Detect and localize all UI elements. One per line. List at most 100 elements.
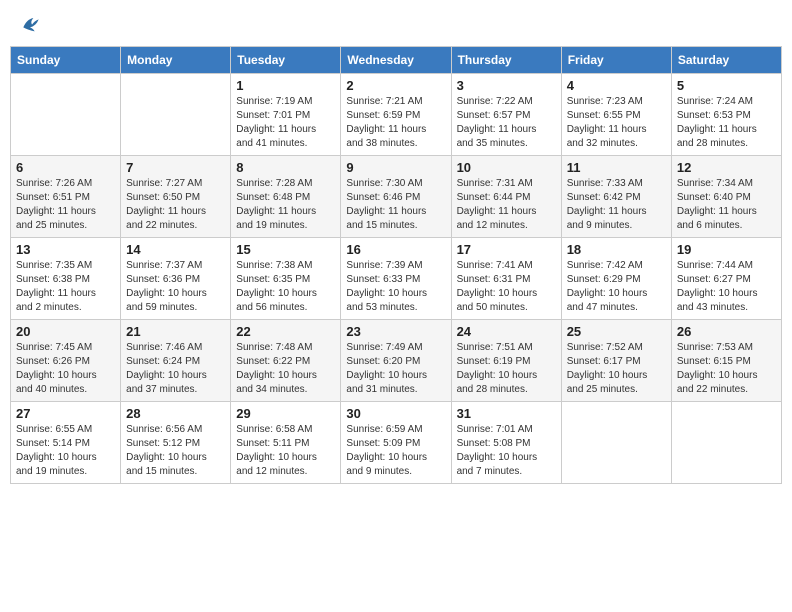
- calendar-cell: 12 Sunrise: 7:34 AM Sunset: 6:40 PM Dayli…: [671, 156, 781, 238]
- calendar-cell: 17 Sunrise: 7:41 AM Sunset: 6:31 PM Dayli…: [451, 238, 561, 320]
- calendar-cell: 19 Sunrise: 7:44 AM Sunset: 6:27 PM Dayli…: [671, 238, 781, 320]
- day-number: 15: [236, 242, 335, 257]
- calendar-cell: 18 Sunrise: 7:42 AM Sunset: 6:29 PM Dayli…: [561, 238, 671, 320]
- calendar-header-sunday: Sunday: [11, 47, 121, 74]
- calendar-week-1: 6 Sunrise: 7:26 AM Sunset: 6:51 PM Daylig…: [11, 156, 782, 238]
- day-number: 22: [236, 324, 335, 339]
- day-number: 4: [567, 78, 666, 93]
- day-info: Sunrise: 7:48 AM Sunset: 6:22 PM Dayligh…: [236, 341, 335, 397]
- calendar-cell: 27 Sunrise: 6:55 AM Sunset: 5:14 PM Dayli…: [11, 402, 121, 484]
- calendar-cell: 26Sunrise: 7:53 AM Sunset: 6:15 PM Dayli…: [671, 320, 781, 402]
- day-info: Sunrise: 7:30 AM Sunset: 6:46 PM Dayligh…: [346, 177, 445, 233]
- calendar-cell: 22 Sunrise: 7:48 AM Sunset: 6:22 PM Dayli…: [231, 320, 341, 402]
- day-number: 24: [457, 324, 556, 339]
- page-header: [10, 10, 782, 38]
- day-number: 6: [16, 160, 115, 175]
- calendar-cell: 6 Sunrise: 7:26 AM Sunset: 6:51 PM Daylig…: [11, 156, 121, 238]
- day-info: Sunrise: 7:19 AM Sunset: 7:01 PM Dayligh…: [236, 95, 335, 151]
- day-number: 29: [236, 406, 335, 421]
- calendar-cell: 13 Sunrise: 7:35 AM Sunset: 6:38 PM Dayli…: [11, 238, 121, 320]
- calendar-week-2: 13 Sunrise: 7:35 AM Sunset: 6:38 PM Dayli…: [11, 238, 782, 320]
- day-info: Sunrise: 7:28 AM Sunset: 6:48 PM Dayligh…: [236, 177, 335, 233]
- day-info: Sunrise: 7:01 AM Sunset: 5:08 PM Dayligh…: [457, 423, 556, 479]
- day-info: Sunrise: 7:44 AM Sunset: 6:27 PM Dayligh…: [677, 259, 776, 315]
- day-info: Sunrise: 7:24 AM Sunset: 6:53 PM Dayligh…: [677, 95, 776, 151]
- calendar-cell: 4 Sunrise: 7:23 AM Sunset: 6:55 PM Daylig…: [561, 74, 671, 156]
- day-number: 25: [567, 324, 666, 339]
- day-info: Sunrise: 7:37 AM Sunset: 6:36 PM Dayligh…: [126, 259, 225, 315]
- calendar-week-4: 27 Sunrise: 6:55 AM Sunset: 5:14 PM Dayli…: [11, 402, 782, 484]
- calendar-cell: 5 Sunrise: 7:24 AM Sunset: 6:53 PM Daylig…: [671, 74, 781, 156]
- calendar-cell: 24Sunrise: 7:51 AM Sunset: 6:19 PM Dayli…: [451, 320, 561, 402]
- calendar-cell: 30 Sunrise: 6:59 AM Sunset: 5:09 PM Dayli…: [341, 402, 451, 484]
- day-number: 11: [567, 160, 666, 175]
- calendar-cell: 14 Sunrise: 7:37 AM Sunset: 6:36 PM Dayli…: [121, 238, 231, 320]
- calendar-cell: [121, 74, 231, 156]
- calendar-header-tuesday: Tuesday: [231, 47, 341, 74]
- day-number: 7: [126, 160, 225, 175]
- day-info: Sunrise: 7:21 AM Sunset: 6:59 PM Dayligh…: [346, 95, 445, 151]
- day-number: 19: [677, 242, 776, 257]
- day-info: Sunrise: 7:45 AM Sunset: 6:26 PM Dayligh…: [16, 341, 115, 397]
- day-info: Sunrise: 7:42 AM Sunset: 6:29 PM Dayligh…: [567, 259, 666, 315]
- day-info: Sunrise: 6:59 AM Sunset: 5:09 PM Dayligh…: [346, 423, 445, 479]
- day-info: Sunrise: 7:38 AM Sunset: 6:35 PM Dayligh…: [236, 259, 335, 315]
- day-number: 8: [236, 160, 335, 175]
- day-info: Sunrise: 7:46 AM Sunset: 6:24 PM Dayligh…: [126, 341, 225, 397]
- day-number: 3: [457, 78, 556, 93]
- day-info: Sunrise: 7:27 AM Sunset: 6:50 PM Dayligh…: [126, 177, 225, 233]
- day-number: 5: [677, 78, 776, 93]
- day-info: Sunrise: 7:26 AM Sunset: 6:51 PM Dayligh…: [16, 177, 115, 233]
- calendar-cell: 25 Sunrise: 7:52 AM Sunset: 6:17 PM Dayli…: [561, 320, 671, 402]
- calendar-header-row: SundayMondayTuesdayWednesdayThursdayFrid…: [11, 47, 782, 74]
- calendar-cell: 23Sunrise: 7:49 AM Sunset: 6:20 PM Dayli…: [341, 320, 451, 402]
- calendar-cell: [561, 402, 671, 484]
- day-number: 16: [346, 242, 445, 257]
- day-info: Sunrise: 6:56 AM Sunset: 5:12 PM Dayligh…: [126, 423, 225, 479]
- day-info: Sunrise: 7:53 AM Sunset: 6:15 PM Dayligh…: [677, 341, 776, 397]
- day-number: 28: [126, 406, 225, 421]
- day-info: Sunrise: 7:39 AM Sunset: 6:33 PM Dayligh…: [346, 259, 445, 315]
- logo: [18, 14, 40, 34]
- day-number: 21: [126, 324, 225, 339]
- calendar-header-friday: Friday: [561, 47, 671, 74]
- day-number: 17: [457, 242, 556, 257]
- day-number: 12: [677, 160, 776, 175]
- calendar-cell: 31 Sunrise: 7:01 AM Sunset: 5:08 PM Dayli…: [451, 402, 561, 484]
- calendar-cell: 16 Sunrise: 7:39 AM Sunset: 6:33 PM Dayli…: [341, 238, 451, 320]
- day-info: Sunrise: 7:35 AM Sunset: 6:38 PM Dayligh…: [16, 259, 115, 315]
- calendar-cell: 20 Sunrise: 7:45 AM Sunset: 6:26 PM Dayli…: [11, 320, 121, 402]
- day-number: 23: [346, 324, 445, 339]
- day-info: Sunrise: 6:55 AM Sunset: 5:14 PM Dayligh…: [16, 423, 115, 479]
- calendar-header-wednesday: Wednesday: [341, 47, 451, 74]
- day-number: 27: [16, 406, 115, 421]
- calendar-header-monday: Monday: [121, 47, 231, 74]
- day-info: Sunrise: 7:41 AM Sunset: 6:31 PM Dayligh…: [457, 259, 556, 315]
- day-info: Sunrise: 7:52 AM Sunset: 6:17 PM Dayligh…: [567, 341, 666, 397]
- day-number: 18: [567, 242, 666, 257]
- calendar-cell: 11 Sunrise: 7:33 AM Sunset: 6:42 PM Dayli…: [561, 156, 671, 238]
- day-info: Sunrise: 7:23 AM Sunset: 6:55 PM Dayligh…: [567, 95, 666, 151]
- day-number: 31: [457, 406, 556, 421]
- day-info: Sunrise: 7:22 AM Sunset: 6:57 PM Dayligh…: [457, 95, 556, 151]
- calendar-cell: 28 Sunrise: 6:56 AM Sunset: 5:12 PM Dayli…: [121, 402, 231, 484]
- calendar-table: SundayMondayTuesdayWednesdayThursdayFrid…: [10, 46, 782, 484]
- calendar-body: 1Sunrise: 7:19 AM Sunset: 7:01 PM Daylig…: [11, 74, 782, 484]
- day-number: 9: [346, 160, 445, 175]
- calendar-cell: [11, 74, 121, 156]
- calendar-cell: 15 Sunrise: 7:38 AM Sunset: 6:35 PM Dayli…: [231, 238, 341, 320]
- calendar-header-saturday: Saturday: [671, 47, 781, 74]
- calendar-cell: [671, 402, 781, 484]
- day-number: 14: [126, 242, 225, 257]
- day-info: Sunrise: 6:58 AM Sunset: 5:11 PM Dayligh…: [236, 423, 335, 479]
- calendar-cell: 7 Sunrise: 7:27 AM Sunset: 6:50 PM Daylig…: [121, 156, 231, 238]
- day-number: 13: [16, 242, 115, 257]
- day-info: Sunrise: 7:31 AM Sunset: 6:44 PM Dayligh…: [457, 177, 556, 233]
- day-number: 30: [346, 406, 445, 421]
- calendar-cell: 2 Sunrise: 7:21 AM Sunset: 6:59 PM Daylig…: [341, 74, 451, 156]
- day-info: Sunrise: 7:33 AM Sunset: 6:42 PM Dayligh…: [567, 177, 666, 233]
- day-number: 20: [16, 324, 115, 339]
- day-info: Sunrise: 7:34 AM Sunset: 6:40 PM Dayligh…: [677, 177, 776, 233]
- calendar-cell: 21 Sunrise: 7:46 AM Sunset: 6:24 PM Dayli…: [121, 320, 231, 402]
- day-number: 2: [346, 78, 445, 93]
